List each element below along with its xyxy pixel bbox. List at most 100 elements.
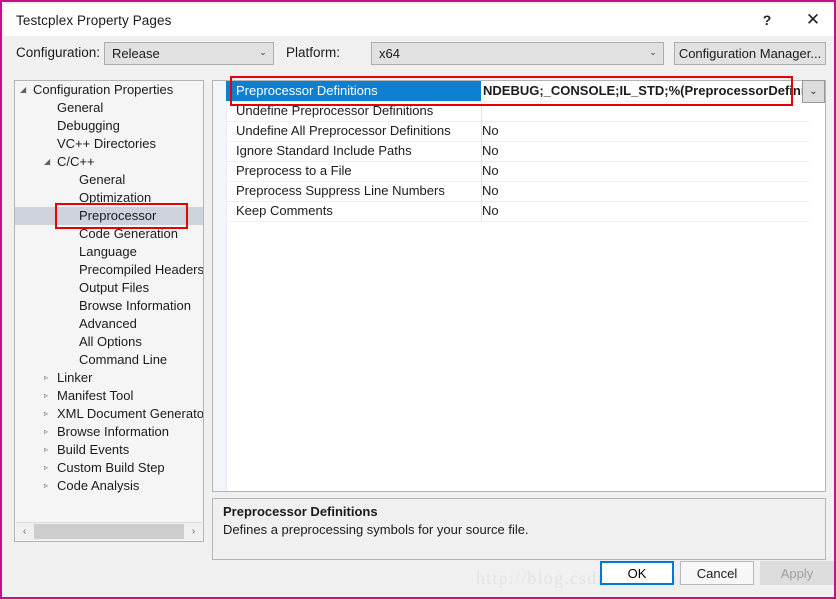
configuration-manager-button[interactable]: Configuration Manager... xyxy=(674,42,826,65)
tree-item-label: All Options xyxy=(79,334,142,349)
tree-item-label: Advanced xyxy=(79,316,137,331)
tree-item-label: Command Line xyxy=(79,352,168,367)
tree-item-custom-build-step[interactable]: ▹ Custom Build Step xyxy=(15,459,203,477)
tree-horizontal-scrollbar[interactable]: ‹ › xyxy=(16,522,202,540)
grid-row-value[interactable]: No xyxy=(482,141,499,161)
chevron-down-icon: ⌄ xyxy=(259,47,267,57)
window-title: Testcplex Property Pages xyxy=(16,12,172,28)
scroll-right-icon[interactable]: › xyxy=(185,523,202,540)
close-icon[interactable]: ✕ xyxy=(790,4,834,36)
platform-select[interactable]: x64 ⌄ xyxy=(371,42,664,65)
chevron-collapsed-icon[interactable]: ▹ xyxy=(44,441,48,459)
tree-item-language[interactable]: Language xyxy=(15,243,203,261)
tree-item-advanced[interactable]: Advanced xyxy=(15,315,203,333)
tree-item-label: VC++ Directories xyxy=(57,136,156,151)
scrollbar-thumb[interactable] xyxy=(34,524,184,539)
tree-item-configuration-properties[interactable]: ◢ Configuration Properties xyxy=(15,81,203,99)
tree-scroll-region: ◢ Configuration Properties General Debuggin… xyxy=(15,81,203,522)
tree-item-label: Code Analysis xyxy=(57,478,140,493)
tree-item-optimization[interactable]: Optimization xyxy=(15,189,203,207)
tree-item-general[interactable]: General xyxy=(15,99,203,117)
tree-item-label: General xyxy=(79,172,126,187)
tree-item-label: Output Files xyxy=(79,280,150,295)
configuration-select[interactable]: Release ⌄ xyxy=(104,42,274,65)
grid-row[interactable]: Preprocess to a File No xyxy=(226,161,809,182)
help-icon[interactable]: ? xyxy=(744,4,790,36)
tree-item-label: General xyxy=(57,100,104,115)
tree-item-c-c[interactable]: ◢ C/C++ xyxy=(15,153,203,171)
configuration-value: Release xyxy=(112,46,160,61)
tree-item-label: Precompiled Headers xyxy=(79,262,203,277)
tree-item-label: Browse Information xyxy=(57,424,169,439)
tree-item-precompiled-headers[interactable]: Precompiled Headers xyxy=(15,261,203,279)
grid-row-name: Preprocess to a File xyxy=(236,163,352,178)
scroll-left-icon[interactable]: ‹ xyxy=(16,523,33,540)
value-dropdown-button[interactable]: ⌄ xyxy=(802,80,825,103)
apply-button[interactable]: Apply xyxy=(760,561,834,585)
grid-row[interactable]: Preprocessor Definitions NDEBUG;_CONSOLE;… xyxy=(226,81,825,102)
configuration-bar: Configuration: Release ⌄ Platform: x64 ⌄… xyxy=(4,36,834,72)
grid-row[interactable]: Undefine All Preprocessor Definitions No xyxy=(226,121,809,142)
tree-item-manifest-tool[interactable]: ▹ Manifest Tool xyxy=(15,387,203,405)
tree-item-label: Linker xyxy=(57,370,93,385)
tree-item-label: Optimization xyxy=(79,190,152,205)
tree-item-build-events[interactable]: ▹ Build Events xyxy=(15,441,203,459)
tree-item-browse-information[interactable]: Browse Information xyxy=(15,297,203,315)
property-grid: Preprocessor Definitions NDEBUG;_CONSOLE;… xyxy=(212,80,826,492)
tree-item-browse-information[interactable]: ▹ Browse Information xyxy=(15,423,203,441)
tree-item-linker[interactable]: ▹ Linker xyxy=(15,369,203,387)
chevron-expanded-icon[interactable]: ◢ xyxy=(44,153,50,171)
tree-item-preprocessor[interactable]: Preprocessor xyxy=(15,207,203,225)
tree-item-label: XML Document Generator xyxy=(57,406,203,421)
tree-item-label: Browse Information xyxy=(79,298,191,313)
platform-value: x64 xyxy=(379,46,400,61)
tree-item-xml-document-generator[interactable]: ▹ XML Document Generator xyxy=(15,405,203,423)
chevron-collapsed-icon[interactable]: ▹ xyxy=(44,405,48,423)
tree-item-output-files[interactable]: Output Files xyxy=(15,279,203,297)
grid-row-value[interactable]: No xyxy=(482,201,499,221)
description-pane: Preprocessor Definitions Defines a prepr… xyxy=(212,498,826,560)
window-controls: ? ✕ xyxy=(744,4,834,36)
tree-item-command-line[interactable]: Command Line xyxy=(15,351,203,369)
tree-item-general[interactable]: General xyxy=(15,171,203,189)
tree-item-all-options[interactable]: All Options xyxy=(15,333,203,351)
cancel-button[interactable]: Cancel xyxy=(680,561,754,585)
chevron-down-icon: ⌄ xyxy=(649,47,657,57)
description-body: Defines a preprocessing symbols for your… xyxy=(223,522,529,537)
chevron-collapsed-icon[interactable]: ▹ xyxy=(44,459,48,477)
tree-item-label: C/C++ xyxy=(57,154,95,169)
grid-row[interactable]: Ignore Standard Include Paths No xyxy=(226,141,809,162)
tree-item-code-generation[interactable]: Code Generation xyxy=(15,225,203,243)
grid-row[interactable]: Undefine Preprocessor Definitions xyxy=(226,101,809,122)
ok-button[interactable]: OK xyxy=(600,561,674,585)
properties-tree: ◢ Configuration Properties General Debuggin… xyxy=(14,80,204,542)
tree-item-label: Build Events xyxy=(57,442,130,457)
grid-row-value[interactable]: NDEBUG;_CONSOLE;IL_STD;%(PreprocessorDef… xyxy=(483,81,825,101)
chevron-collapsed-icon[interactable]: ▹ xyxy=(44,369,48,387)
title-bar: Testcplex Property Pages ? ✕ xyxy=(4,4,834,36)
grid-column-splitter[interactable] xyxy=(481,101,482,121)
grid-row-name: Preprocess Suppress Line Numbers xyxy=(236,183,445,198)
grid-row-value[interactable]: No xyxy=(482,181,499,201)
description-title: Preprocessor Definitions xyxy=(223,504,378,519)
grid-row-name: Ignore Standard Include Paths xyxy=(236,143,412,158)
grid-gutter xyxy=(213,81,227,491)
grid-row-value[interactable]: No xyxy=(482,121,499,141)
property-pages-dialog: Testcplex Property Pages ? ✕ Configurati… xyxy=(0,0,836,599)
tree-item-label: Debugging xyxy=(57,118,120,133)
tree-item-debugging[interactable]: Debugging xyxy=(15,117,203,135)
chevron-collapsed-icon[interactable]: ▹ xyxy=(44,477,48,495)
tree-item-label: Language xyxy=(79,244,137,259)
dialog-footer: OK Cancel Apply xyxy=(4,556,834,595)
grid-row[interactable]: Keep Comments No xyxy=(226,201,809,222)
tree-item-vc-directories[interactable]: VC++ Directories xyxy=(15,135,203,153)
grid-row-name: Undefine All Preprocessor Definitions xyxy=(236,123,451,138)
grid-row-value[interactable]: No xyxy=(482,161,499,181)
chevron-collapsed-icon[interactable]: ▹ xyxy=(44,423,48,441)
tree-item-code-analysis[interactable]: ▹ Code Analysis xyxy=(15,477,203,495)
chevron-expanded-icon[interactable]: ◢ xyxy=(20,81,26,99)
tree-item-label: Custom Build Step xyxy=(57,460,165,475)
grid-row[interactable]: Preprocess Suppress Line Numbers No xyxy=(226,181,809,202)
tree-item-label: Manifest Tool xyxy=(57,388,134,403)
chevron-collapsed-icon[interactable]: ▹ xyxy=(44,387,48,405)
